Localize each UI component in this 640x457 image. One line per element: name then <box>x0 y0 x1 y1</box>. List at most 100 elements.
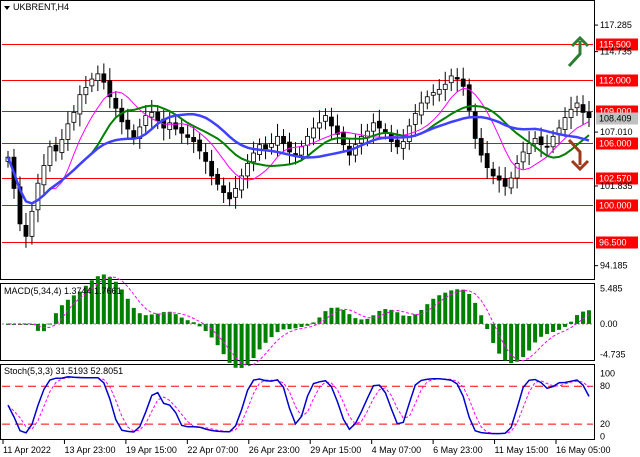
candle-body <box>436 89 442 95</box>
dropdown-triangle-icon[interactable] <box>4 6 10 10</box>
macd-title: MACD(5,34,4) 1.3744 1.7661 <box>4 286 122 296</box>
candle-body <box>35 182 41 211</box>
candle-body <box>89 78 95 87</box>
macd-bar <box>449 290 454 324</box>
macd-bar <box>401 315 406 324</box>
candle-body <box>275 135 280 146</box>
level-label: 100.000 <box>599 201 632 211</box>
macd-bar <box>251 323 256 359</box>
candle-body <box>550 135 556 148</box>
macd-tick-label: 5.485 <box>600 283 623 293</box>
candle-body <box>400 141 406 149</box>
macd-bar <box>227 323 232 363</box>
candle-body <box>305 135 310 146</box>
candle-body <box>370 122 376 132</box>
x-tick-label: 13 Apr 23:00 <box>64 445 115 455</box>
macd-bar <box>551 323 556 332</box>
macd-bar <box>155 313 160 324</box>
price-panel-frame <box>0 0 595 280</box>
candle-body <box>376 120 382 129</box>
macd-bar <box>503 323 508 361</box>
macd-bar <box>293 323 298 329</box>
macd-bar <box>383 309 388 324</box>
macd-bar <box>431 298 436 324</box>
candle-body <box>490 168 496 177</box>
macd-bar <box>365 318 370 324</box>
candle-body <box>143 115 149 126</box>
candle-body <box>251 152 256 163</box>
x-tick-label: 29 Apr 15:00 <box>310 445 361 455</box>
macd-bar <box>557 323 562 330</box>
macd-bar <box>407 316 412 324</box>
candle-body <box>215 173 221 185</box>
candle-body <box>23 225 29 237</box>
macd-bar <box>467 293 472 324</box>
macd-bar <box>587 310 592 324</box>
candle-body <box>281 135 286 145</box>
candle-body <box>311 127 316 139</box>
candle-body <box>155 112 161 122</box>
symbol-title: UKBRENT,H4 <box>13 2 69 12</box>
ma-blue-line <box>6 112 590 205</box>
macd-bar <box>137 313 142 324</box>
macd-bar <box>281 323 286 330</box>
macd-bar <box>359 319 364 324</box>
candle-body <box>227 192 233 200</box>
macd-bar <box>371 315 376 324</box>
ma-green-line <box>7 104 590 205</box>
macd-tick-label: -4.735 <box>600 350 626 360</box>
macd-bar <box>575 315 580 324</box>
macd-bar <box>563 323 568 327</box>
price-tick-label: 117.285 <box>600 20 632 30</box>
candle-body <box>568 108 574 119</box>
x-tick-label: 6 May 23:00 <box>433 445 483 455</box>
candle-body <box>47 146 53 166</box>
candle-body <box>287 141 292 153</box>
candle-body <box>41 165 47 186</box>
stoch-tick-label: 0 <box>600 432 605 442</box>
macd-bar <box>335 307 340 324</box>
price-tick-label: 94.185 <box>600 261 628 271</box>
macd-bar <box>71 295 76 324</box>
candle-body <box>203 152 209 162</box>
macd-bar <box>461 289 466 324</box>
y-axis-ticks: 115.500112.000109.000106.000102.570100.0… <box>594 20 638 442</box>
macd-bar <box>275 323 280 333</box>
macd-bar <box>53 313 58 324</box>
candle-body <box>71 112 77 123</box>
candle-body <box>580 104 586 113</box>
candle-body <box>460 78 466 87</box>
x-tick-label: 22 Apr 07:00 <box>187 445 238 455</box>
candle-body <box>101 73 107 83</box>
price-tick-label: 107.010 <box>600 127 633 137</box>
macd-bar <box>395 312 400 324</box>
candle-body <box>526 143 532 154</box>
chart-canvas[interactable]: 115.500112.000109.000106.000102.570100.0… <box>0 0 640 457</box>
candle-body <box>65 123 71 140</box>
candle-body <box>323 115 328 122</box>
macd-bar <box>47 323 52 325</box>
candle-body <box>113 97 119 109</box>
candle-body <box>520 151 526 163</box>
candle-body <box>394 139 400 148</box>
macd-bar <box>245 323 250 365</box>
x-tick-label: 4 May 07:00 <box>372 445 422 455</box>
macd-bar <box>341 309 346 324</box>
candle-body <box>448 75 454 84</box>
macd-bar <box>347 314 352 324</box>
macd-bar <box>305 323 310 326</box>
macd-bar <box>299 323 304 328</box>
candle-body <box>424 96 430 104</box>
stochastic-lines <box>2 376 593 435</box>
macd-bar <box>185 320 190 324</box>
stoch-title: Stoch(5,3,3) 31.5193 52.8051 <box>4 366 123 376</box>
stoch-tick-label: 100 <box>600 369 615 379</box>
candle-body <box>83 87 89 96</box>
candle-body <box>299 146 304 156</box>
macd-bar <box>353 318 358 324</box>
candle-body <box>149 112 155 118</box>
macd-bar <box>311 322 316 324</box>
candle-body <box>329 116 334 127</box>
macd-bar <box>545 323 550 335</box>
macd-bar <box>197 323 202 327</box>
